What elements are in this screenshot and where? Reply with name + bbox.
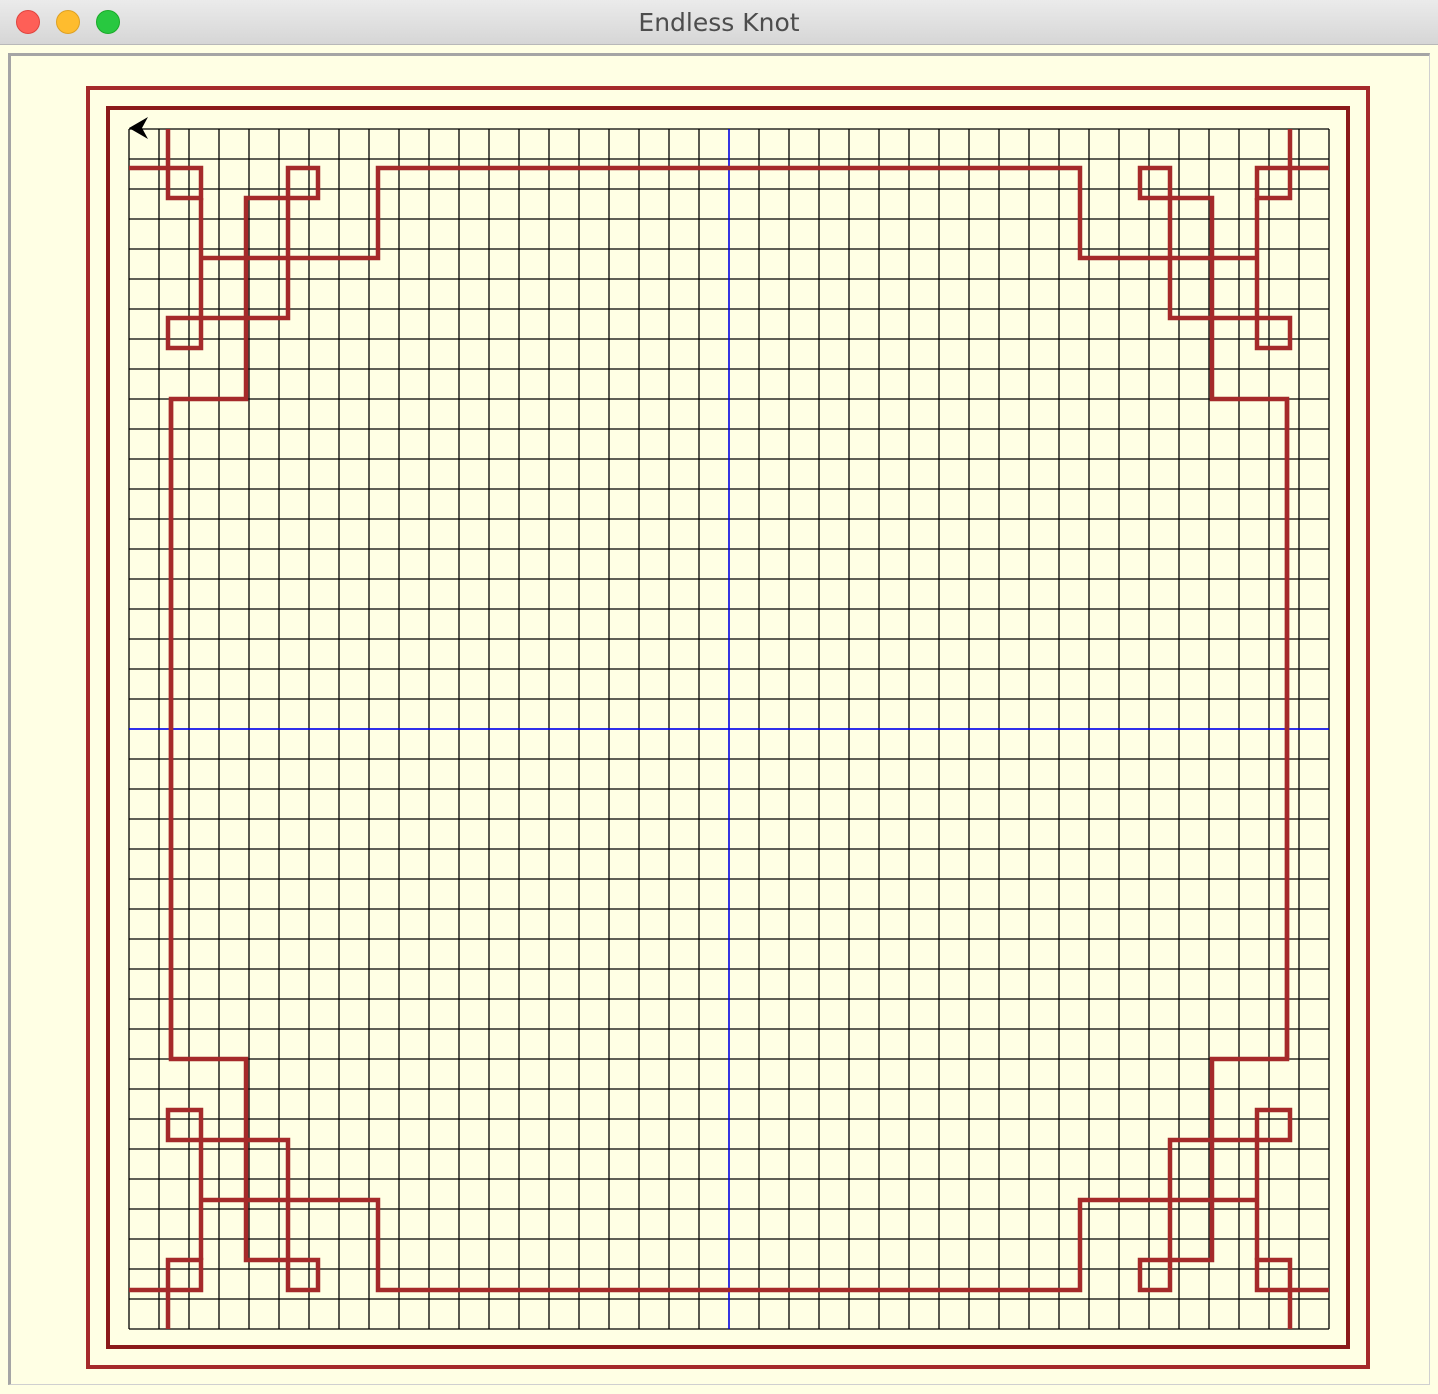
knot-top-left	[129, 129, 204, 201]
knot-bottom-right	[1137, 399, 1293, 1293]
turtle-arrow-icon	[129, 117, 148, 139]
outer-frames	[86, 86, 1370, 1369]
knot-bottom-left	[201, 1197, 729, 1293]
knot-top-left	[201, 165, 729, 261]
drawing-canvas	[86, 86, 1370, 1369]
app-window: Endless Knot	[0, 0, 1438, 1394]
knot-top-right	[729, 165, 1257, 261]
inner-frame	[106, 106, 1350, 1349]
knot-bottom-left	[165, 399, 321, 1293]
knot-top-left	[165, 165, 321, 1059]
knot-bottom-left	[129, 1257, 204, 1329]
knot-top-right	[1137, 165, 1293, 1059]
turtle-cursor	[129, 117, 148, 139]
outer-frame	[86, 86, 1370, 1369]
knot-top-right	[1254, 129, 1329, 201]
knot-bottom-right	[1254, 1257, 1329, 1329]
knot-bottom-right	[729, 1197, 1257, 1293]
